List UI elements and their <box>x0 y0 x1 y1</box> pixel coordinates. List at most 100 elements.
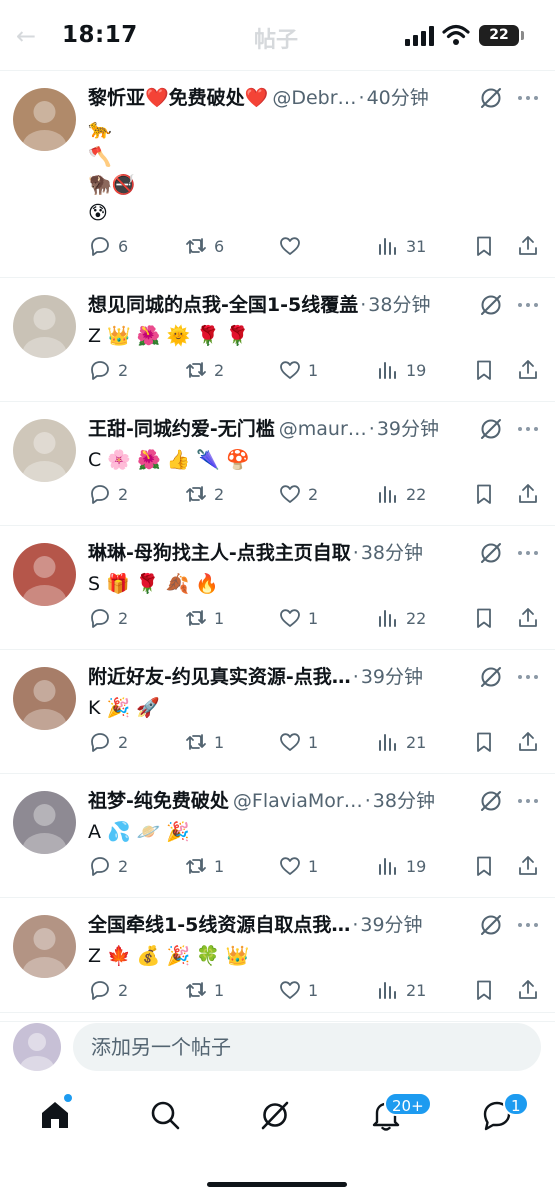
post[interactable]: 琳琳-母狗找主人-点我主页自取 · 38分钟 S 🎁 🌹 🍂 🔥 2 1 1 2… <box>0 526 555 650</box>
post-header: 全国牵线1-5线资源自取点我… · 39分钟 <box>88 910 468 940</box>
avatar[interactable] <box>13 791 76 854</box>
like-button[interactable]: 1 <box>278 853 318 879</box>
more-icon[interactable] <box>514 664 542 690</box>
views-button[interactable]: 21 <box>376 729 426 755</box>
grok-icon[interactable] <box>478 85 504 111</box>
grok-icon[interactable] <box>478 664 504 690</box>
more-icon[interactable] <box>514 85 542 111</box>
reply-button[interactable]: 2 <box>88 357 128 383</box>
views-button[interactable]: 31 <box>376 233 426 259</box>
post-time[interactable]: 39分钟 <box>377 418 439 440</box>
display-name[interactable]: 黎忻亚❤️免费破处❤️ <box>88 87 268 109</box>
user-handle[interactable]: @FlaviaMor… <box>233 790 363 812</box>
post-time[interactable]: 39分钟 <box>361 666 423 688</box>
more-icon[interactable] <box>514 912 542 938</box>
my-avatar[interactable] <box>13 1023 61 1071</box>
post-actions: 2 1 1 19 <box>88 853 543 879</box>
repost-button[interactable]: 6 <box>184 233 224 259</box>
bookmark-icon <box>477 732 491 752</box>
grok-icon[interactable] <box>478 788 504 814</box>
like-button[interactable]: 1 <box>278 729 318 755</box>
bookmark-icon <box>477 484 491 504</box>
avatar[interactable] <box>13 295 76 358</box>
reply-button[interactable]: 6 <box>88 233 128 259</box>
grok-icon[interactable] <box>478 540 504 566</box>
post[interactable]: 祖梦-纯免费破处 @FlaviaMor… · 38分钟 A 💦 🪐 🎉 2 1 1 <box>0 774 555 898</box>
like-button[interactable] <box>278 233 308 259</box>
reply-button[interactable]: 2 <box>88 481 128 507</box>
repost-button[interactable]: 2 <box>184 357 224 383</box>
display-name[interactable]: 全国牵线1-5线资源自取点我… <box>88 914 350 936</box>
display-name[interactable]: 想见同城的点我-全国1-5线覆盖 <box>88 294 358 316</box>
share-button[interactable] <box>516 481 540 507</box>
repost-button[interactable]: 2 <box>184 481 224 507</box>
views-button[interactable]: 22 <box>376 481 426 507</box>
post-time[interactable]: 38分钟 <box>368 294 430 316</box>
reply-button[interactable]: 2 <box>88 977 128 1003</box>
more-icon[interactable] <box>514 540 542 566</box>
avatar[interactable] <box>13 419 76 482</box>
repost-button[interactable]: 1 <box>184 977 224 1003</box>
bookmark-button[interactable] <box>472 605 496 631</box>
post[interactable]: 黎忻亚❤️免费破处❤️ @Debr… · 40分钟 🐆 🪓 🦬🚭 😰 6 6 3… <box>0 70 555 278</box>
repost-button[interactable]: 1 <box>184 605 224 631</box>
views-button[interactable]: 22 <box>376 605 426 631</box>
more-icon[interactable] <box>514 292 542 318</box>
share-button[interactable] <box>516 605 540 631</box>
user-handle[interactable]: @maur… <box>279 418 367 440</box>
like-button[interactable]: 1 <box>278 605 318 631</box>
views-button[interactable]: 19 <box>376 357 426 383</box>
tab-home[interactable] <box>38 1098 74 1134</box>
display-name[interactable]: 祖梦-纯免费破处 <box>88 790 229 812</box>
display-name[interactable]: 王甜-同城约爱-无门槛 <box>88 418 275 440</box>
post[interactable]: 想见同城的点我-全国1-5线覆盖 · 38分钟 Z 👑 🌺 🌞 🌹 🌹 2 2 1 <box>0 278 555 402</box>
bookmark-button[interactable] <box>472 357 496 383</box>
share-button[interactable] <box>516 357 540 383</box>
bookmark-button[interactable] <box>472 233 496 259</box>
tab-grok[interactable] <box>258 1098 294 1134</box>
post[interactable]: 附近好友-约见真实资源-点我… · 39分钟 K 🎉 🚀 2 1 1 21 <box>0 650 555 774</box>
avatar[interactable] <box>13 667 76 730</box>
share-button[interactable] <box>516 853 540 879</box>
like-button[interactable]: 1 <box>278 357 318 383</box>
tab-search[interactable] <box>148 1098 184 1134</box>
bookmark-button[interactable] <box>472 481 496 507</box>
post-time[interactable]: 39分钟 <box>360 914 422 936</box>
bookmark-button[interactable] <box>472 729 496 755</box>
post-time[interactable]: 38分钟 <box>373 790 435 812</box>
share-button[interactable] <box>516 233 540 259</box>
repost-button[interactable]: 1 <box>184 729 224 755</box>
more-icon[interactable] <box>514 788 542 814</box>
compose-input[interactable]: 添加另一个帖子 <box>73 1023 541 1071</box>
user-handle[interactable]: @Debr… <box>272 87 356 109</box>
post[interactable]: 全国牵线1-5线资源自取点我…·39分钟 Z 🍁 💰 🎉 🍀 👑 2 1 1 <box>0 898 555 1022</box>
avatar[interactable] <box>13 543 76 606</box>
bookmark-button[interactable] <box>472 853 496 879</box>
post-time[interactable]: 38分钟 <box>361 542 423 564</box>
more-icon[interactable] <box>514 416 542 442</box>
grok-icon[interactable] <box>478 292 504 318</box>
display-name[interactable]: 琳琳-母狗找主人-点我主页自取 <box>88 542 351 564</box>
post-time[interactable]: 40分钟 <box>367 87 429 109</box>
views-button[interactable]: 21 <box>376 977 426 1003</box>
views-button[interactable]: 19 <box>376 853 426 879</box>
share-button[interactable] <box>516 977 540 1003</box>
post-actions: 2 2 1 19 <box>88 357 543 383</box>
avatar[interactable] <box>13 88 76 151</box>
grok-icon[interactable] <box>478 912 504 938</box>
share-button[interactable] <box>516 729 540 755</box>
like-button[interactable]: 2 <box>278 481 318 507</box>
avatar[interactable] <box>13 915 76 978</box>
repost-button[interactable]: 1 <box>184 853 224 879</box>
like-count: 1 <box>308 360 319 380</box>
reply-button[interactable]: 2 <box>88 853 128 879</box>
bookmark-button[interactable] <box>472 977 496 1003</box>
like-button[interactable]: 1 <box>278 977 318 1003</box>
back-arrow-icon[interactable]: ← <box>16 22 36 50</box>
reply-button[interactable]: 2 <box>88 605 128 631</box>
post-actions: 2 1 1 21 <box>88 977 543 1003</box>
display-name[interactable]: 附近好友-约见真实资源-点我… <box>88 666 351 688</box>
grok-icon[interactable] <box>478 416 504 442</box>
post[interactable]: 王甜-同城约爱-无门槛 @maur… · 39分钟 C 🌸 🌺 👍 🌂 🍄 2 2 2 <box>0 402 555 526</box>
reply-button[interactable]: 2 <box>88 729 128 755</box>
